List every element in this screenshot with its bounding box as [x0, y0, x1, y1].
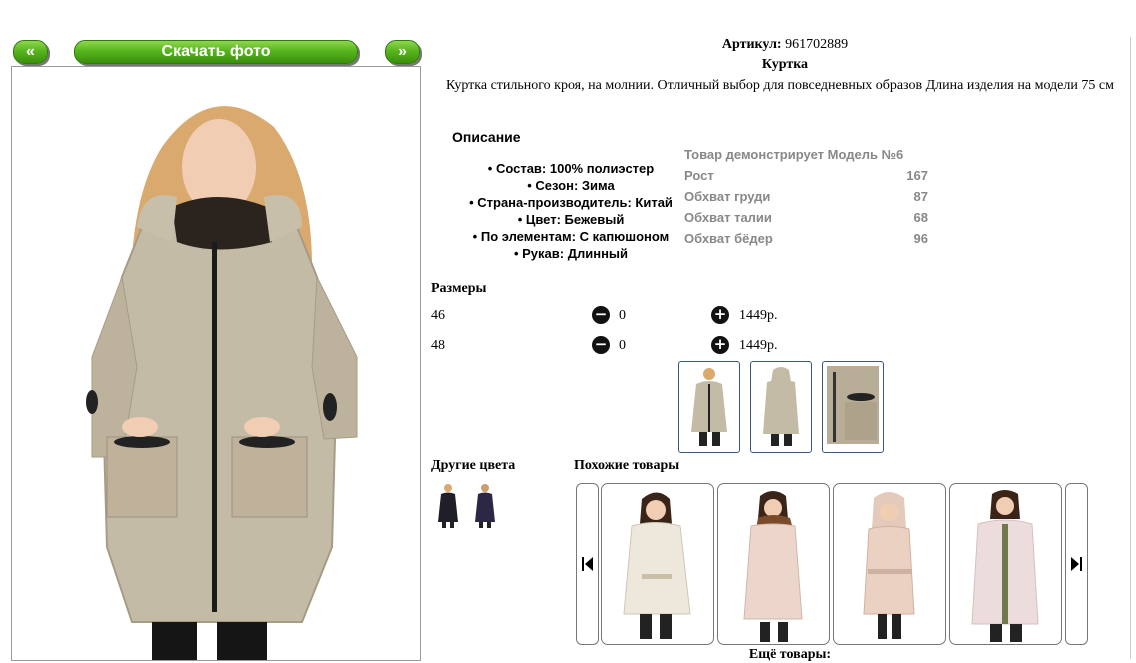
- model-row-label: Рост: [684, 168, 714, 183]
- minus-circle-icon[interactable]: −: [592, 336, 610, 354]
- color-variant-black[interactable]: [434, 482, 462, 528]
- size-row: 48 − 0 + 1449р.: [431, 336, 831, 358]
- color-variant-image: [475, 484, 495, 528]
- download-photo-button[interactable]: Скачать фото: [74, 40, 358, 64]
- quantity-value: 0: [619, 338, 626, 353]
- size-value: 48: [431, 338, 445, 353]
- article-value: 961702889: [785, 37, 849, 52]
- carousel-next-button[interactable]: [1065, 483, 1088, 645]
- spec-item: Состав: 100% полиэстер: [440, 160, 702, 177]
- model-row-value: 96: [913, 231, 928, 246]
- description-heading: Описание: [452, 129, 521, 145]
- article-label: Артикул:: [721, 37, 782, 52]
- minus-circle-icon[interactable]: −: [592, 306, 610, 324]
- photo-thumbnail-front[interactable]: [678, 361, 740, 453]
- carousel-prev-button[interactable]: [576, 483, 599, 645]
- similar-product-image: [623, 492, 691, 639]
- model-row: Рост 167: [684, 165, 928, 186]
- plus-circle-icon[interactable]: +: [711, 306, 729, 324]
- spec-item: Рукав: Длинный: [440, 245, 702, 262]
- skip-previous-icon: [582, 557, 593, 571]
- model-row-label: Обхват бёдер: [684, 231, 773, 246]
- more-products-label[interactable]: Ещё товары:: [700, 647, 880, 663]
- model-measurements: Товар демонстрирует Модель №6 Рост 167 Об…: [684, 144, 928, 249]
- similar-products-heading: Похожие товары: [574, 458, 680, 473]
- spec-item: Сезон: Зима: [440, 177, 702, 194]
- skip-next-icon: [1071, 557, 1082, 571]
- similar-product-image: [863, 492, 915, 639]
- size-row: 46 − 0 + 1449р.: [431, 306, 831, 328]
- photo-thumbnail-detail[interactable]: [822, 361, 884, 453]
- prev-photo-button[interactable]: «: [13, 40, 48, 64]
- spec-item: Цвет: Бежевый: [440, 211, 702, 228]
- model-row-value: 68: [913, 210, 928, 225]
- model-row: Обхват груди 87: [684, 186, 928, 207]
- size-price: 1449р.: [739, 338, 778, 353]
- model-row: Обхват талии 68: [684, 207, 928, 228]
- color-variant-navy[interactable]: [471, 482, 499, 528]
- quantity-value: 0: [619, 308, 626, 323]
- model-title-text: Товар демонстрирует Модель №6: [684, 147, 904, 162]
- thumbnail-image: [763, 367, 799, 446]
- similar-product-2[interactable]: [717, 483, 830, 645]
- product-name: Куртка: [761, 57, 809, 72]
- model-in-jacket-image: [12, 67, 420, 660]
- color-variant-image: [438, 484, 458, 528]
- model-title: Товар демонстрирует Модель №6: [684, 144, 928, 165]
- similar-product-3[interactable]: [833, 483, 946, 645]
- size-value: 46: [431, 308, 445, 323]
- similar-product-4[interactable]: [949, 483, 1062, 645]
- main-product-photo[interactable]: [11, 66, 421, 661]
- photo-thumbnail-back[interactable]: [750, 361, 812, 453]
- article-line: Артикул: 961702889: [700, 37, 870, 53]
- other-colors-heading: Другие цвета: [431, 458, 516, 473]
- similar-product-image: [971, 490, 1039, 642]
- next-photo-button[interactable]: »: [385, 40, 420, 64]
- spec-item: Страна-производитель: Китай: [440, 194, 702, 211]
- size-price: 1449р.: [739, 308, 778, 323]
- spec-list: Состав: 100% полиэстер Сезон: Зима Стран…: [440, 160, 702, 262]
- page-divider: [1130, 37, 1131, 659]
- model-row-label: Обхват груди: [684, 189, 771, 204]
- thumbnail-image: [827, 366, 879, 444]
- sizes-heading: Размеры: [431, 281, 487, 296]
- model-row: Обхват бёдер 96: [684, 228, 928, 249]
- model-row-value: 167: [906, 168, 928, 183]
- similar-product-image: [743, 491, 803, 642]
- plus-circle-icon[interactable]: +: [711, 336, 729, 354]
- product-description: Куртка стильного кроя, на молнии. Отличн…: [446, 78, 1114, 93]
- model-row-value: 87: [913, 189, 928, 204]
- spec-item: По элементам: С капюшоном: [440, 228, 702, 245]
- model-row-label: Обхват талии: [684, 210, 772, 225]
- similar-product-1[interactable]: [601, 483, 714, 645]
- thumbnail-image: [691, 368, 727, 446]
